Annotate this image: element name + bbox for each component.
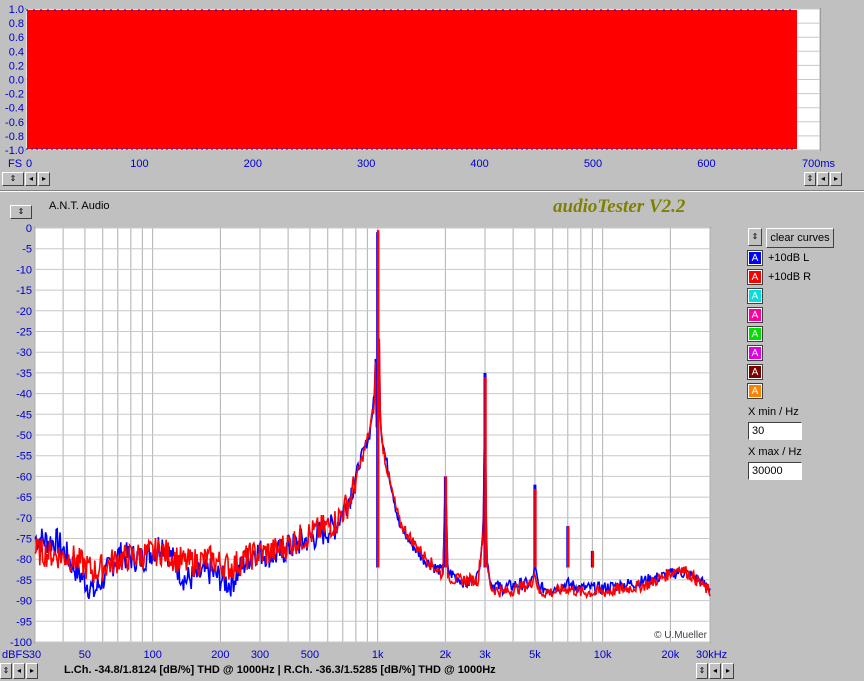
spectrum-y-tick-label: -100	[10, 637, 32, 649]
curve-color-swatch[interactable]: A	[747, 326, 763, 342]
spectrum-y-tick-label: -35	[16, 368, 32, 380]
spectrum-x-tick-label: 300	[251, 649, 269, 661]
curve-color-swatch[interactable]: A	[747, 288, 763, 304]
spectrum-y-tick-label: -85	[16, 575, 32, 587]
waveform-x-right-button[interactable]: ▸	[830, 172, 842, 186]
spectrum-y-tick-label: -30	[16, 347, 32, 359]
spectrum-x-tick-label: 30kHz	[696, 649, 727, 661]
curve-color-swatch[interactable]: A	[747, 307, 763, 323]
legend-item[interactable]: A	[747, 288, 763, 304]
spectrum-x-tick-label: 1k	[372, 649, 384, 661]
curve-color-swatch[interactable]: A	[747, 250, 763, 266]
clear-curves-button[interactable]: clear curves	[766, 228, 834, 248]
curve-color-swatch[interactable]: A	[747, 364, 763, 380]
copyright-watermark: © U.Mueller	[654, 630, 708, 641]
spectrum-x-tick-label: 50	[79, 649, 91, 661]
spectrum-x-tick-label: 3k	[479, 649, 491, 661]
spectrum-y-tick-label: -70	[16, 513, 32, 525]
legend-label: +10dB L	[768, 252, 810, 264]
spectrum-x-tick-label: 2k	[440, 649, 452, 661]
spectrum-x-tick-label: 20k	[662, 649, 680, 661]
legend-item[interactable]: A +10dB L	[747, 250, 810, 266]
legend-item[interactable]: A	[747, 326, 763, 342]
spectrum-y-tick-label: 0	[26, 223, 32, 235]
thd-status-text: L.Ch. -34.8/1.8124 [dB/%] THD @ 1000Hz |…	[64, 664, 496, 676]
spectrum-x-left-button[interactable]: ◂	[13, 663, 25, 679]
spectrum-x-tick-label: 200	[211, 649, 229, 661]
xmax-field[interactable]: 30000	[748, 462, 802, 480]
spectrum-y-tick-label: -90	[16, 596, 32, 608]
spectrum-y-tick-label: -20	[16, 306, 32, 318]
spectrum-y-tick-label: -75	[16, 534, 32, 546]
spectrum-x-zoom2-button[interactable]: ⇕	[696, 663, 708, 679]
xmin-label: X min / Hz	[748, 406, 799, 418]
spectrum-y-tick-label: -55	[16, 451, 32, 463]
spectrum-x-right2-button[interactable]: ▸	[722, 663, 734, 679]
spectrum-x-tick-label: 100	[143, 649, 161, 661]
legend-item[interactable]: A +10dB R	[747, 269, 812, 285]
spectrum-plot: 0 -5 -10 -15 -20 -25 -30 -35 -40 -45 -50 -55 -60 -65 -…	[2, 223, 727, 661]
curve-color-swatch[interactable]: A	[747, 269, 763, 285]
spectrum-y-tick-label: -50	[16, 430, 32, 442]
spectrum-x-zoom-button[interactable]: ⇕	[0, 663, 12, 679]
spectrum-x-controls-right: ⇕ ◂ ▸	[696, 663, 734, 679]
waveform-x-tick-label: 700ms	[802, 158, 836, 170]
spectrum-y-tick-label: -65	[16, 492, 32, 504]
spectrum-y-tick-label: -10	[16, 264, 32, 276]
spectrum-y-tick-label: -95	[16, 616, 32, 628]
legend-zoom-button[interactable]: ⇕	[748, 228, 762, 246]
spectrum-corner-label: dBFS	[2, 649, 30, 661]
xmin-field[interactable]: 30	[748, 422, 802, 440]
spectrum-y-tick-label: -80	[16, 554, 32, 566]
legend-item[interactable]: A	[747, 307, 763, 323]
spectrum-y-tick-label: -5	[22, 244, 32, 256]
spectrum-y-tick-label: -60	[16, 471, 32, 483]
spectrum-x-tick-label: 5k	[529, 649, 541, 661]
spectrum-x-right-button[interactable]: ▸	[26, 663, 38, 679]
spectrum-x-controls-left: ⇕ ◂ ▸	[0, 663, 38, 679]
curve-color-swatch[interactable]: A	[747, 383, 763, 399]
legend-label: +10dB R	[768, 271, 812, 283]
waveform-x-left-button[interactable]: ◂	[817, 172, 829, 186]
spectrum-x-tick-label: 500	[301, 649, 319, 661]
spectrum-y-tick-label: -40	[16, 389, 32, 401]
spectrum-y-tick-label: -25	[16, 327, 32, 339]
legend-item[interactable]: A	[747, 345, 763, 361]
waveform-x-controls: ⇕ ◂ ▸	[804, 172, 842, 186]
spectrum-x-tick-label: 10k	[594, 649, 612, 661]
xmax-label: X max / Hz	[748, 446, 802, 458]
spectrum-y-tick-label: -15	[16, 285, 32, 297]
curve-color-swatch[interactable]: A	[747, 345, 763, 361]
legend-item[interactable]: A	[747, 364, 763, 380]
spectrum-x-tick-label: 30	[29, 649, 41, 661]
legend-item[interactable]: A	[747, 383, 763, 399]
waveform-x-zoom-button[interactable]: ⇕	[804, 172, 816, 186]
spectrum-x-left2-button[interactable]: ◂	[709, 663, 721, 679]
spectrum-y-tick-label: -45	[16, 409, 32, 421]
